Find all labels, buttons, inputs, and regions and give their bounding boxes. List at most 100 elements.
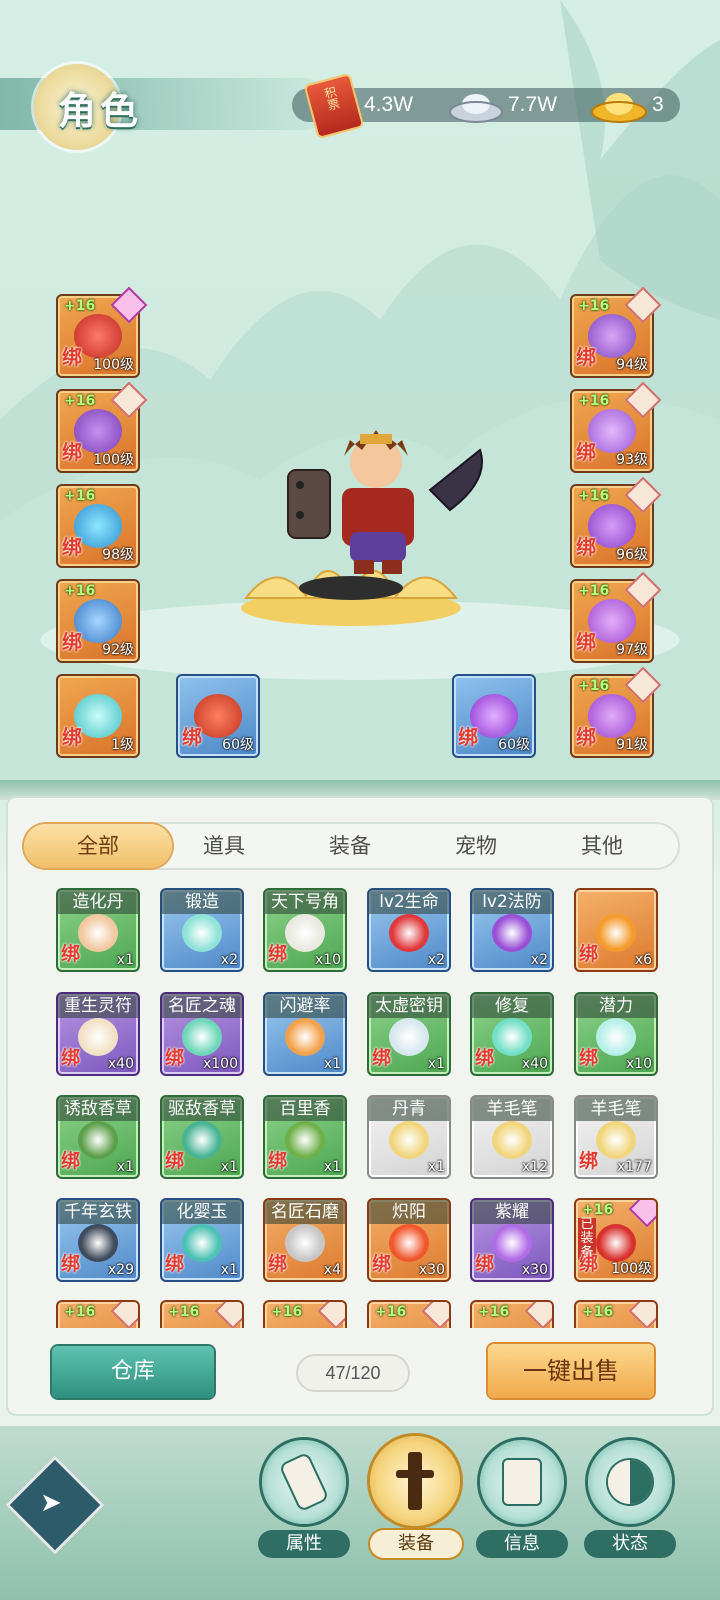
bound-marker: 绑 xyxy=(268,1253,288,1275)
item-name: 名匠之魂 xyxy=(162,994,242,1018)
gold-value: 3 xyxy=(652,93,664,116)
bound-marker: 绑 xyxy=(165,1253,185,1275)
item-art-icon xyxy=(492,1018,532,1056)
item-name: 诱敌香草 xyxy=(58,1097,138,1121)
equip-slot-bracer[interactable]: +16 绑 96级 xyxy=(570,476,662,568)
inventory-item[interactable]: 绑 x6 xyxy=(574,888,658,972)
inventory-item[interactable]: +16 xyxy=(470,1300,554,1328)
item-art-icon xyxy=(182,914,222,952)
inventory-item[interactable]: +16 xyxy=(574,1300,658,1328)
item-count: x29 xyxy=(107,1262,134,1278)
equip-slot-amulet[interactable]: +16 绑 98级 xyxy=(56,484,140,568)
equip-slot-armor[interactable]: +16 绑 100级 xyxy=(56,381,148,473)
inventory-item[interactable]: 化婴玉绑 x1 xyxy=(160,1198,244,1282)
bound-marker: 绑 xyxy=(475,1253,495,1275)
gem-diamond-icon xyxy=(524,1302,552,1328)
item-name: 羊毛笔 xyxy=(472,1097,552,1121)
inventory-item[interactable]: 炽阳绑 x30 xyxy=(367,1198,451,1282)
equip-slot-orb[interactable]: 绑 60级 xyxy=(452,674,536,758)
bound-marker: 绑 xyxy=(61,1047,81,1069)
nav-equipment-label[interactable]: 装备 xyxy=(370,1530,462,1558)
equip-slot-bracelet[interactable]: +16 绑 93级 xyxy=(570,381,662,473)
inventory-item[interactable]: 羊毛笔 x12 xyxy=(470,1095,554,1179)
item-art-icon xyxy=(182,1018,222,1056)
inventory-item[interactable]: 百里香绑 x1 xyxy=(263,1095,347,1179)
item-name: 千年玄铁 xyxy=(58,1200,138,1224)
gem-diamond-icon xyxy=(628,1302,656,1328)
inventory-item[interactable]: 紫耀绑 x30 xyxy=(470,1198,554,1282)
item-art-icon xyxy=(285,1224,325,1262)
equip-slot-belt[interactable]: +16 绑 97级 xyxy=(570,571,662,663)
item-count: x4 xyxy=(323,1262,341,1278)
item-art-icon xyxy=(285,1121,325,1159)
inventory-item[interactable]: 驱敌香草绑 x1 xyxy=(160,1095,244,1179)
item-name: lv2法防 xyxy=(472,890,552,914)
inventory-item[interactable]: +16 xyxy=(56,1300,140,1328)
inventory-item[interactable]: 诱敌香草绑 x1 xyxy=(56,1095,140,1179)
item-name: 修复 xyxy=(472,994,552,1018)
nav-info[interactable] xyxy=(480,1440,564,1524)
item-art-icon xyxy=(78,1224,118,1262)
item-enhance-level: +16 xyxy=(64,1304,96,1320)
item-art-icon xyxy=(596,1224,636,1262)
item-art-icon xyxy=(389,1121,429,1159)
equip-slot-weapon[interactable]: +16 绑 100级 xyxy=(56,286,148,378)
equip-slot-potion[interactable]: 绑 1级 xyxy=(56,674,140,758)
inventory-item[interactable]: 重生灵符绑 x40 xyxy=(56,992,140,1076)
nav-status-label[interactable]: 状态 xyxy=(584,1530,676,1558)
inventory-item[interactable]: +16 xyxy=(160,1300,244,1328)
inventory-item[interactable]: 潜力绑 x10 xyxy=(574,992,658,1076)
inventory-item[interactable]: 天下号角绑 x10 xyxy=(263,888,347,972)
item-art-icon xyxy=(492,914,532,952)
quick-sell-button[interactable]: 一键出售 xyxy=(488,1344,654,1398)
tab-other[interactable]: 其他 xyxy=(528,824,676,868)
inventory-item[interactable]: 闪避率 x1 xyxy=(263,992,347,1076)
warehouse-button[interactable]: 仓库 xyxy=(52,1346,214,1398)
inventory-item[interactable]: +16 xyxy=(263,1300,347,1328)
inventory-item[interactable]: 太虚密钥绑 x1 xyxy=(367,992,451,1076)
item-count: x12 xyxy=(521,1159,548,1175)
bound-marker: 绑 xyxy=(61,943,81,965)
equip-slot-helmet[interactable]: +16 绑 94级 xyxy=(570,286,662,378)
nav-status[interactable] xyxy=(588,1440,672,1524)
item-name: lv2生命 xyxy=(369,890,449,914)
nav-equipment[interactable] xyxy=(370,1436,460,1526)
inventory-item[interactable]: 羊毛笔绑 x177 xyxy=(574,1095,658,1179)
inventory-item[interactable]: 名匠之魂绑 x100 xyxy=(160,992,244,1076)
gem-diamond-icon xyxy=(110,1302,138,1328)
item-art-icon xyxy=(78,1018,118,1056)
nav-attributes[interactable] xyxy=(262,1440,346,1524)
item-count: x40 xyxy=(521,1056,548,1072)
equip-slot-ring[interactable]: +16 绑 92级 xyxy=(56,579,140,663)
bound-marker: 绑 xyxy=(268,943,288,965)
nav-info-label[interactable]: 信息 xyxy=(476,1530,568,1558)
item-name: 锻造 xyxy=(162,890,242,914)
inventory-item[interactable]: 锻造 x2 xyxy=(160,888,244,972)
sword-guard xyxy=(396,1470,434,1478)
item-name: 驱敌香草 xyxy=(162,1097,242,1121)
inventory-partial-row: +16 +16 +16 +16 +16 +16 xyxy=(50,1298,670,1328)
item-count: x2 xyxy=(427,952,445,968)
item-name: 百里香 xyxy=(265,1097,345,1121)
item-count: 100级 xyxy=(611,1261,652,1277)
item-art-icon xyxy=(78,1121,118,1159)
inventory-item[interactable]: lv2法防 x2 xyxy=(470,888,554,972)
item-name: 重生灵符 xyxy=(58,994,138,1018)
inventory-item[interactable]: +16 xyxy=(367,1300,451,1328)
inventory-item[interactable]: lv2生命 x2 xyxy=(367,888,451,972)
inventory-item[interactable]: 千年玄铁绑 x29 xyxy=(56,1198,140,1282)
nav-attributes-label[interactable]: 属性 xyxy=(258,1530,350,1558)
inventory-item[interactable]: 丹青 x1 xyxy=(367,1095,451,1179)
hero-character xyxy=(287,430,483,574)
equip-slot-boots[interactable]: +16 绑 91级 xyxy=(570,666,662,758)
inventory-item[interactable]: 修复绑 x40 xyxy=(470,992,554,1076)
item-name: 名匠石磨 xyxy=(265,1200,345,1224)
yin-yang-icon xyxy=(608,1460,652,1504)
document-icon xyxy=(504,1460,540,1504)
inventory-item[interactable]: +16 已装备绑 100级 xyxy=(574,1198,658,1282)
equip-slot-token[interactable]: 绑 60级 xyxy=(176,674,260,758)
inventory-item[interactable]: 造化丹绑 x1 xyxy=(56,888,140,972)
scroll-brush-icon xyxy=(281,1454,327,1510)
sword-icon xyxy=(408,1452,422,1510)
inventory-item[interactable]: 名匠石磨绑 x4 xyxy=(263,1198,347,1282)
